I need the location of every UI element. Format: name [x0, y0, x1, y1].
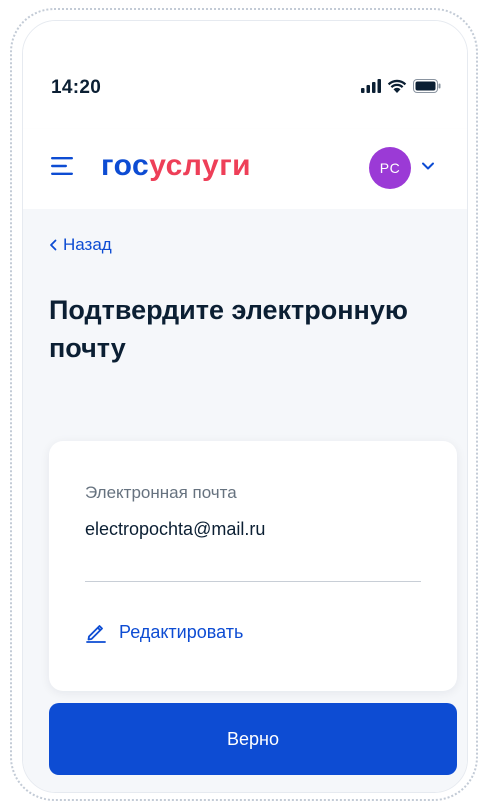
- cellular-signal-icon: [361, 79, 381, 93]
- app-screen: 14:20 госуслуги PC Назад Подтвердите эле…: [22, 20, 468, 793]
- hamburger-menu-icon[interactable]: [51, 157, 73, 175]
- wifi-icon: [387, 79, 407, 93]
- edit-link-label: Редактировать: [119, 621, 244, 642]
- app-header: госуслуги PC: [23, 129, 467, 209]
- logo-part-uslugi: услуги: [149, 149, 252, 182]
- battery-icon: [413, 79, 441, 93]
- edit-email-link[interactable]: Редактировать: [85, 621, 243, 643]
- email-card: Электронная почта electropochta@mail.ru …: [49, 441, 457, 691]
- status-time: 14:20: [51, 77, 102, 98]
- status-icons: [361, 79, 441, 93]
- page-title: Подтвердите электронную почту: [49, 295, 408, 363]
- email-field-label: Электронная почта: [85, 483, 237, 502]
- back-link-label: Назад: [63, 235, 112, 254]
- logo-part-gos: гос: [101, 149, 150, 182]
- card-divider: [85, 581, 421, 582]
- status-bar: 14:20: [23, 21, 467, 105]
- email-field-value: electropochta@mail.ru: [85, 519, 266, 539]
- chevron-left-icon: [50, 239, 57, 251]
- back-link[interactable]: Назад: [49, 235, 112, 255]
- chevron-down-icon[interactable]: [421, 161, 435, 171]
- main-content: Назад Подтвердите электронную почту Элек…: [23, 209, 467, 792]
- gosuslugi-logo[interactable]: госуслуги: [101, 149, 251, 183]
- confirm-button[interactable]: Верно: [49, 703, 457, 775]
- user-avatar[interactable]: PC: [369, 147, 411, 189]
- pencil-icon: [86, 625, 106, 643]
